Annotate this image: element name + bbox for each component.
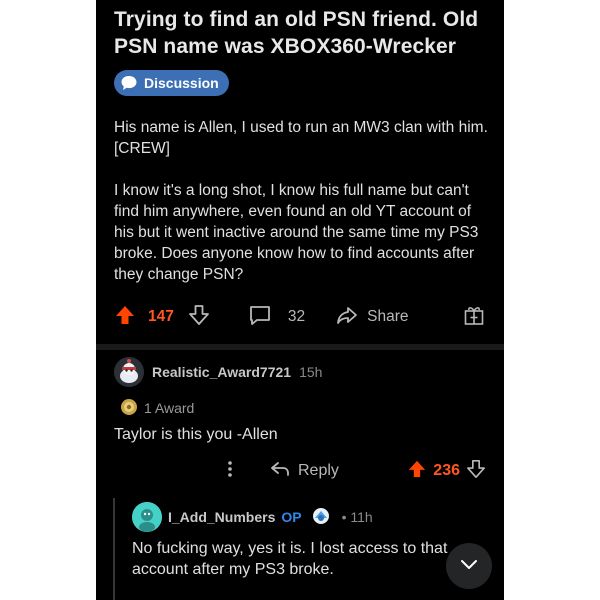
reply-header: I_Add_Numbers OP • 11h [132,502,373,532]
reply-timestamp: • 11h [341,509,373,525]
post-screen: Trying to find an old PSN friend. Old PS… [96,0,504,600]
scroll-next-button[interactable] [446,543,492,589]
downvote-arrow-icon[interactable] [466,459,486,484]
thread-line[interactable] [113,498,115,600]
reply-text: No fucking way, yes it is. I lost access… [132,540,448,578]
post-action-bar: 147 32 Share [114,303,486,331]
comment-upvote-count: 236 [433,462,460,479]
post-body-paragraph: I know it's a long shot, I know his full… [114,182,479,283]
reply-username[interactable]: I_Add_Numbers [168,509,275,525]
reply-button[interactable]: Reply [270,460,339,483]
comment-vote-group: 236 [407,459,486,484]
flair-badge[interactable]: Discussion [114,70,229,96]
avatar[interactable] [132,502,162,532]
post-upvote-count: 147 [148,308,174,325]
comment-count: 32 [287,308,306,325]
speech-bubble-icon [120,74,138,92]
op-tag: OP [281,509,302,525]
flair-label: Discussion [144,75,219,91]
chevron-down-icon [457,552,481,581]
share-button[interactable]: Share [335,303,409,332]
post-body: His name is Allen, I used to run an MW3 … [114,117,492,306]
downvote-arrow-icon[interactable] [188,304,210,331]
avatar[interactable] [114,357,144,387]
comment-bubble-icon [248,303,272,332]
reply-arrow-icon [270,460,290,483]
comment-action-bar: Reply 236 [114,458,486,484]
award-button[interactable] [462,303,486,332]
post-vote-group: 147 [114,304,210,331]
post-title: Trying to find an old PSN friend. Old PS… [114,8,479,58]
post-body-paragraph: His name is Allen, I used to run an MW3 … [114,119,488,157]
share-arrow-icon [335,303,359,332]
upvote-arrow-icon[interactable] [114,304,136,331]
comment-username[interactable]: Realistic_Award7721 [152,364,291,380]
user-flair-icon [312,507,330,528]
comment-header: Realistic_Award7721 15h [114,356,322,388]
award-indicator[interactable]: 1 Award [120,397,194,419]
upvote-arrow-icon[interactable] [407,459,427,484]
reply-label: Reply [298,462,339,479]
award-medal-icon [120,398,138,419]
section-divider [96,344,504,350]
award-label: 1 Award [144,400,195,416]
comment-text: Taylor is this you -Allen [114,426,278,443]
comment-timestamp: 15h [299,364,323,380]
more-dots-icon[interactable] [226,459,234,484]
share-label: Share [367,308,409,325]
award-gift-icon [462,303,486,332]
comments-button[interactable]: 32 [248,303,305,332]
